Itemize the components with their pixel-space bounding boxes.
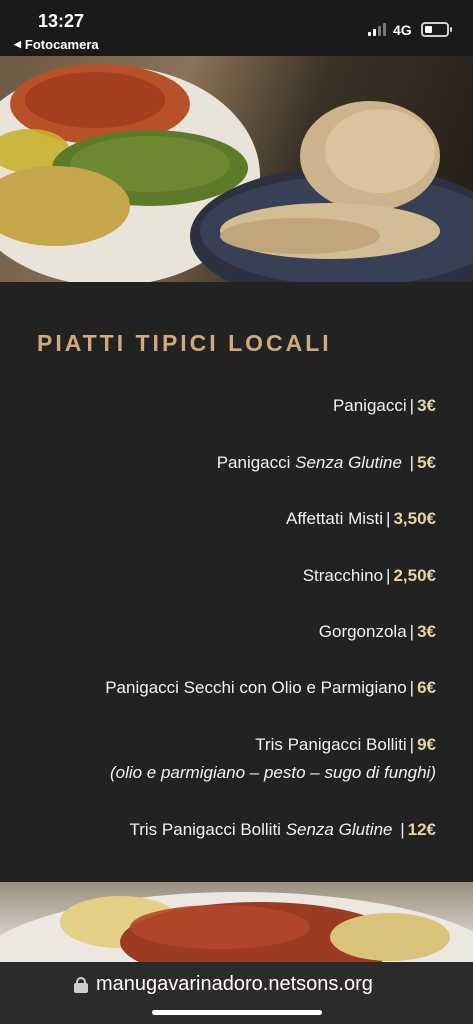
menu-item: Tris Panigacci Bolliti Senza Glutine | 12… [129, 820, 436, 839]
menu-item-name: Panigacci [216, 453, 296, 472]
menu-item-price: 6€ [417, 678, 436, 697]
network-type: 4G [393, 22, 412, 38]
ravioli-food-image [0, 882, 473, 962]
url-field[interactable]: manugavarinadoro.netsons.org [74, 973, 373, 996]
back-to-app-link[interactable]: ◀ Fotocamera [14, 37, 99, 52]
lock-icon [74, 976, 88, 993]
menu-item-name: Panigacci Secchi con Olio e Parmigiano [105, 678, 407, 697]
menu-item: Stracchino | 2,50€ [302, 566, 436, 585]
status-bar: 13:27 ◀ Fotocamera 4G [0, 0, 473, 56]
menu-item-subtitle: (olio e parmigiano – pesto – sugo di fun… [109, 763, 436, 782]
menu-item: Tris Panigacci Bolliti | 9€ [255, 735, 436, 754]
menu-item: Panigacci | 3€ [332, 396, 436, 415]
menu-item: Gorgonzola | 3€ [318, 622, 436, 641]
menu-item-price: 5€ [417, 453, 436, 472]
menu-item-name: Tris Panigacci Bolliti [129, 820, 286, 839]
menu-item: Affettati Misti | 3,50€ [286, 509, 436, 528]
menu-item-price: 9€ [417, 735, 436, 754]
menu-item-price: 3€ [417, 396, 436, 415]
menu-item: Panigacci Secchi con Olio e Parmigiano | 6… [105, 678, 436, 697]
url-text: manugavarinadoro.netsons.org [96, 973, 373, 995]
menu-item-name: Affettati Misti [286, 509, 384, 528]
menu-item-name: Tris Panigacci Bolliti [255, 735, 407, 754]
menu-item-name: Stracchino [302, 566, 384, 585]
menu-item-name: Panigacci [332, 396, 407, 415]
menu-item-price: 12€ [407, 820, 436, 839]
menu-item-note: Senza Glutine [295, 453, 402, 472]
signal-icon [368, 22, 386, 36]
menu-title: PIATTI TIPICI LOCALI [37, 330, 332, 356]
menu-item-name: Gorgonzola [318, 622, 407, 641]
menu-item-note: Senza Glutine [285, 820, 393, 839]
browser-url-bar[interactable]: manugavarinadoro.netsons.org [0, 962, 473, 1024]
home-indicator[interactable] [152, 1010, 322, 1015]
menu-section: PIATTI TIPICI LOCALI Panigacci | 3€ Paniga… [0, 282, 473, 882]
back-app-label: Fotocamera [24, 37, 99, 52]
menu-item: Panigacci Senza Glutine | 5€ [216, 453, 436, 472]
back-arrow-icon: ◀ [14, 39, 21, 49]
hero-food-image [0, 56, 473, 282]
menu-item-price: 3€ [417, 622, 436, 641]
status-time: 13:27 [38, 11, 85, 31]
menu-item-price: 3,50€ [393, 509, 436, 528]
menu-item-price: 2,50€ [393, 566, 436, 585]
battery-icon [421, 22, 452, 37]
